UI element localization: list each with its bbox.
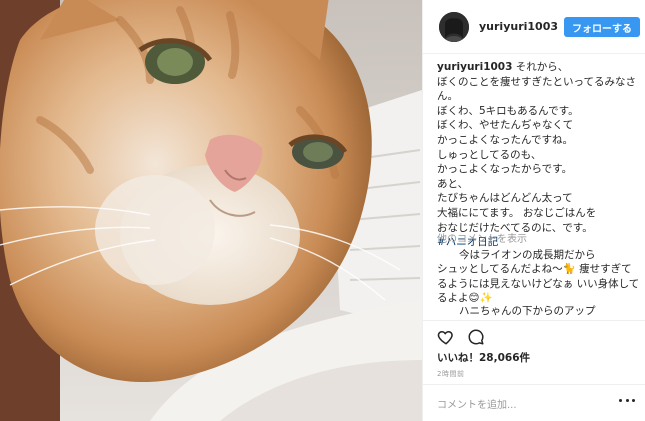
caption-line: たびちゃんはどんどん太って — [437, 192, 573, 205]
caption-line: ぼくのことを痩せすぎたといってるみなさ — [437, 75, 636, 88]
caption-first-line: yuriyuri1003 それから、 — [437, 60, 640, 75]
dot — [619, 398, 622, 402]
more-options-icon[interactable] — [619, 394, 635, 406]
cat-photo-image — [0, 0, 422, 421]
caption-username[interactable]: yuriyuri1003 — [437, 61, 512, 73]
post-photo[interactable] — [0, 0, 422, 421]
caption-first-text: それから、 — [512, 61, 569, 73]
post-timestamp: 2時間前 — [437, 370, 465, 378]
caption-line: かっこよくなったからです。 — [437, 163, 573, 176]
caption-line: ぼくわ、やせたんぢゃなくて — [437, 119, 574, 132]
dot — [625, 398, 629, 402]
divider — [423, 384, 645, 385]
caption-line: ぼくわ、5キロもあるんです。 — [437, 104, 579, 117]
caption-line: あと、 — [437, 177, 469, 190]
post-header: yuriyuri1003 フォローする — [423, 0, 645, 54]
divider — [423, 320, 645, 321]
comment-item: 今はライオンの成長期だから シュッとしてるんだよね〜🐈 痩せすぎて るようには見… — [437, 248, 640, 306]
post-caption: yuriyuri1003 それから、 ぼくのことを痩せすぎたといってるみなさ ん… — [437, 60, 640, 250]
post-actions — [437, 328, 485, 346]
caption-line: ん。 — [437, 90, 458, 103]
comment-item: ハニちゃんの下からのアップ — [437, 304, 640, 318]
comment-bubble-icon[interactable] — [467, 328, 485, 346]
comment-line: るようには見えないけどなぁ いい身体して — [437, 277, 640, 290]
post-username[interactable]: yuriyuri1003 — [479, 20, 558, 33]
caption-line: 大福ににてます。 おなじごはんを — [437, 206, 597, 219]
comment-line: ハニちゃんの下からのアップ — [459, 305, 596, 317]
likes-count[interactable]: いいね！28,066件 — [437, 350, 530, 365]
dot — [632, 398, 635, 402]
post-side-panel: yuriyuri1003 フォローする yuriyuri1003 それから、 ぼ… — [422, 0, 645, 421]
view-more-comments-link[interactable]: 他のコメントを表示 — [437, 230, 527, 245]
avatar-image — [439, 11, 469, 42]
add-comment-input[interactable]: コメントを追加... — [437, 396, 517, 411]
comment-line: シュッとしてるんだよね〜🐈 痩せすぎて — [437, 263, 632, 276]
follow-button[interactable]: フォローする — [564, 17, 640, 37]
caption-line: かっこよくなったんですね。 — [437, 133, 573, 146]
avatar[interactable] — [439, 11, 469, 42]
caption-line: しゅっとしてるのも、 — [437, 148, 542, 161]
comment-line: 今はライオンの成長期だから — [459, 249, 596, 261]
heart-icon[interactable] — [437, 328, 455, 346]
